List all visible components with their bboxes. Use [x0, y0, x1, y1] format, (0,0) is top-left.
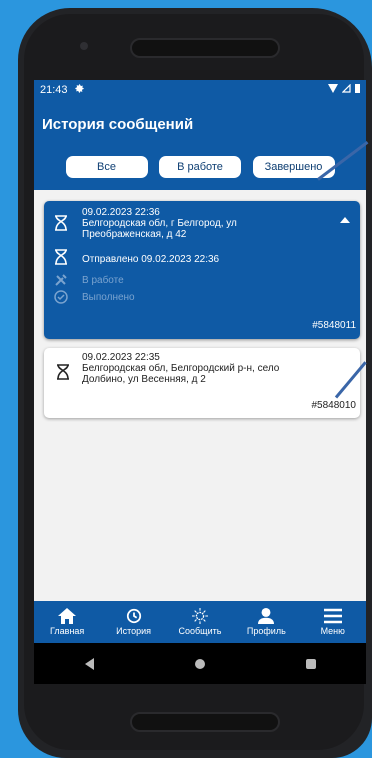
- nav-report-label: Сообщить: [178, 626, 222, 636]
- message-number: #5848011: [312, 320, 356, 331]
- tools-icon: [54, 273, 68, 289]
- menu-icon: [323, 608, 342, 624]
- nav-home[interactable]: Главная: [37, 608, 97, 636]
- nav-profile[interactable]: Профиль: [236, 608, 296, 636]
- nav-home-label: Главная: [50, 626, 85, 636]
- app-screen: 21:43 История сообщений Все В работе Зав…: [34, 80, 366, 684]
- nav-menu-label: Меню: [320, 626, 345, 636]
- gear-icon: [74, 83, 85, 97]
- hourglass-icon: [54, 249, 68, 265]
- bottom-speaker: [130, 712, 280, 732]
- battery-icon: [355, 84, 360, 96]
- history-icon: [126, 608, 141, 624]
- page-title: История сообщений: [42, 116, 194, 133]
- filter-all-button[interactable]: Все: [65, 156, 148, 178]
- home-circle-icon[interactable]: [194, 658, 205, 669]
- lightbulb-icon: [191, 608, 208, 624]
- filter-in-work-button[interactable]: В работе: [159, 156, 241, 178]
- in-work-status: В работе: [82, 275, 124, 286]
- sent-status: Отправлено 09.02.2023 22:36: [82, 254, 220, 265]
- message-address: Белгородская обл, Белгородский р-н, село: [82, 363, 280, 374]
- status-time: 21:43: [40, 84, 68, 96]
- camera-icon: [80, 42, 88, 50]
- nav-profile-label: Профиль: [246, 626, 286, 636]
- message-number: #5848010: [311, 400, 357, 411]
- hourglass-icon: [54, 215, 68, 231]
- message-address-cont: Преображенская, д 42: [82, 229, 187, 240]
- earpiece-speaker: [130, 38, 280, 58]
- recents-icon[interactable]: [305, 658, 316, 669]
- message-card[interactable]: 09.02.2023 22:35 Белгородская обл, Белго…: [44, 348, 360, 418]
- message-address: Белгородская обл, г Белгород, ул: [82, 218, 237, 229]
- hourglass-icon: [56, 364, 70, 380]
- wifi-icon: [328, 84, 338, 96]
- nav-menu[interactable]: Меню: [303, 608, 363, 636]
- app-header: История сообщений Все В работе Завершено: [34, 100, 366, 190]
- nav-history-label: История: [116, 626, 152, 636]
- done-status: Выполнено: [82, 292, 135, 303]
- bottom-navigation: Главная История Сообщить Профиль Меню: [34, 601, 366, 643]
- status-bar: 21:43: [34, 80, 366, 100]
- message-datetime: 09.02.2023 22:35: [82, 352, 160, 363]
- nav-report[interactable]: Сообщить: [170, 608, 230, 636]
- nav-history[interactable]: История: [104, 608, 164, 636]
- back-icon[interactable]: [84, 657, 94, 670]
- message-datetime: 09.02.2023 22:36: [82, 207, 160, 218]
- signal-icon: [341, 83, 351, 96]
- message-address-cont: Долбино, ул Весенняя, д 2: [82, 374, 206, 385]
- message-card-expanded[interactable]: 09.02.2023 22:36 Белгородская обл, г Бел…: [44, 201, 360, 339]
- collapse-icon[interactable]: [340, 211, 354, 227]
- user-icon: [258, 608, 275, 624]
- home-icon: [58, 608, 77, 624]
- check-circle-icon: [54, 290, 68, 306]
- system-navigation-bar: [34, 643, 366, 684]
- filter-tabs: Все В работе Завершено: [34, 156, 366, 178]
